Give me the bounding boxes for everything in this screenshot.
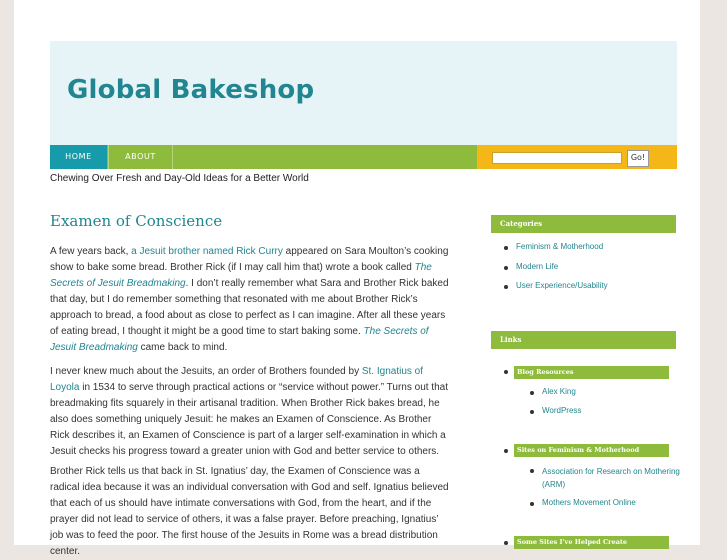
post-paragraph: A few years back, a Jesuit brother named… <box>50 244 450 356</box>
bullet <box>530 410 534 414</box>
post-paragraph: Brother Rick tells us that back in St. I… <box>50 466 449 557</box>
site-header: Global Bakeshop <box>50 41 677 145</box>
link-item[interactable]: Association for Research on Mothering (A… <box>542 465 682 491</box>
page: Global Bakeshop HOME ABOUT Go! Chewing O… <box>14 0 700 557</box>
text: A few years back, <box>50 246 132 257</box>
bullet <box>530 391 534 395</box>
bullet <box>504 449 508 453</box>
bullet <box>504 370 508 374</box>
bullet <box>504 541 508 545</box>
link-group-title: Some Sites I've Helped Create <box>514 536 669 549</box>
post-paragraph: I never knew much about the Jesuits, an … <box>50 364 450 460</box>
category-item[interactable]: User Experience/Usability <box>504 281 608 301</box>
category-item[interactable]: Feminism & Motherhood <box>504 242 608 262</box>
nav-home[interactable]: HOME <box>50 145 107 169</box>
categories-list: Feminism & Motherhood Modern Life User E… <box>504 242 608 301</box>
nav-about[interactable]: ABOUT <box>108 145 173 169</box>
link-item[interactable]: Alex King <box>542 387 576 396</box>
text: came back to mind. <box>137 342 228 353</box>
search-input[interactable] <box>492 152 622 164</box>
text: in 1534 to serve through practical actio… <box>50 382 448 457</box>
links-widget-title: Links <box>491 331 676 349</box>
post-title[interactable]: Examen of Conscience <box>50 212 222 230</box>
bullet <box>530 502 534 506</box>
link-item[interactable]: Mothers Movement Online <box>542 498 636 507</box>
nav-bar: HOME ABOUT Go! <box>50 145 677 169</box>
search-button[interactable]: Go! <box>627 150 649 167</box>
link-group-title: Sites on Feminism & Motherhood <box>514 444 669 457</box>
search-area: Go! <box>477 145 677 169</box>
link-group-title: Blog Resources <box>514 366 669 379</box>
site-title[interactable]: Global Bakeshop <box>67 75 314 105</box>
category-item[interactable]: Modern Life <box>504 262 608 282</box>
text: I never knew much about the Jesuits, an … <box>50 366 362 377</box>
link-item[interactable]: WordPress <box>542 406 581 415</box>
categories-widget-title: Categories <box>491 215 676 233</box>
bullet <box>530 469 534 473</box>
rick-curry-link[interactable]: a Jesuit brother named Rick Curry <box>131 246 283 257</box>
site-tagline: Chewing Over Fresh and Day-Old Ideas for… <box>50 173 309 184</box>
